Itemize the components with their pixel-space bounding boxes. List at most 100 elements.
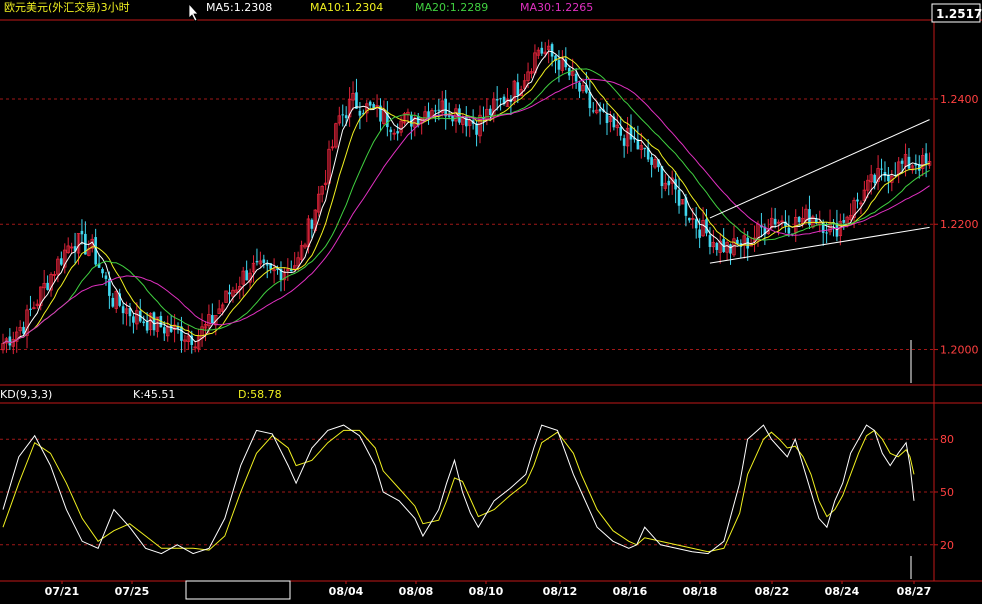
candle-body-down [355, 92, 358, 109]
price-axis: 1.2400 1.2200 1.2000 [910, 93, 979, 383]
candle-body-down [46, 282, 49, 290]
cursor-date-box [185, 580, 291, 600]
candle-body-down [842, 220, 846, 223]
candle-body-down [152, 312, 156, 331]
candle-body-down [499, 98, 502, 100]
candle-body-down [574, 73, 578, 82]
candle-body-down [255, 260, 259, 263]
candle-body-down [677, 189, 681, 206]
candle-body-down [341, 114, 345, 116]
candle-body-down [622, 138, 626, 146]
price-tick-label: 1.2200 [940, 218, 979, 231]
candle-body-down [688, 217, 691, 221]
candle-body-down [475, 123, 478, 135]
candle-body-down [698, 229, 701, 238]
candle-body-down [29, 308, 32, 310]
channel-upper-line [709, 119, 930, 219]
ma5-line [2, 50, 930, 344]
candle-body-down [694, 219, 698, 229]
candle-body-down [447, 115, 451, 117]
candle-body-down [705, 219, 708, 234]
candle-body-down [145, 321, 149, 331]
date-tick-label: 08/10 [469, 585, 504, 598]
candle-body-down [629, 126, 633, 140]
candle-body-down [489, 108, 492, 116]
candle-body-down [104, 275, 108, 279]
kd-tick-label: 80 [940, 433, 954, 446]
date-tick-label: 08/27 [897, 585, 932, 598]
candle-body-down [396, 131, 399, 134]
date-tick-label: 07/25 [115, 585, 150, 598]
candle-body-down [907, 156, 911, 169]
candle-body-down [60, 258, 63, 265]
candle-body-down [516, 82, 520, 96]
candle-body-down [787, 227, 791, 234]
ma10-label: MA10:1.2304 [310, 1, 383, 14]
ma10-line [2, 56, 930, 344]
kd-d-value: D:58.78 [238, 388, 282, 401]
price-tick-label: 1.2400 [940, 93, 979, 106]
kd-tick-label: 20 [940, 539, 954, 552]
candle-body-down [495, 99, 499, 101]
candle-body-down [437, 109, 441, 111]
candle-body-down [344, 115, 348, 119]
date-tick-label: 08/18 [683, 585, 718, 598]
candle-body-down [650, 157, 653, 165]
candle-body-down [729, 244, 732, 254]
candle-body-down [540, 47, 544, 54]
candle-body-down [228, 292, 231, 295]
moving-average-lines [2, 50, 930, 344]
candle-body-down [211, 315, 214, 324]
candle-body-down [358, 110, 362, 116]
mouse-cursor-icon [188, 2, 199, 22]
candle-body-down [372, 104, 375, 108]
ma5-label: MA5:1.2308 [206, 1, 272, 14]
candle-body-down [643, 147, 647, 150]
candle-body-down [598, 108, 602, 112]
date-tick-label: 08/16 [613, 585, 648, 598]
candle-body-down [550, 44, 554, 57]
chart-frame [0, 19, 982, 582]
candle-body-down [825, 232, 828, 234]
candle-body-down [924, 153, 928, 164]
candle-body-down [708, 235, 712, 247]
candle-body-down [900, 160, 904, 164]
date-tick-label: 07/21 [45, 585, 80, 598]
ma20-label: MA20:1.2289 [415, 1, 488, 14]
date-tick-label: 08/12 [543, 585, 578, 598]
candle-body-down [101, 269, 104, 274]
candle-body-down [434, 110, 437, 112]
date-tick-label: 08/08 [399, 585, 434, 598]
candle-body-down [605, 113, 609, 124]
last-price: 1.2517 [936, 7, 982, 21]
candle-body-down [464, 116, 468, 127]
kd-d-line [2, 429, 915, 553]
kd-lines [2, 424, 915, 555]
kd-k-line [2, 424, 915, 555]
price-tick-label: 1.2000 [940, 344, 979, 357]
date-tick-label: 08/22 [755, 585, 790, 598]
chart-title: 欧元美元(外汇交易)3小时 [4, 0, 130, 14]
date-tick-label: 08/04 [329, 585, 364, 598]
candle-body-down [773, 218, 777, 225]
candle-body-down [245, 270, 248, 281]
candle-body-down [8, 336, 12, 346]
candle-body-down [880, 168, 883, 170]
date-tick-label: 08/24 [825, 585, 860, 598]
candle-body-down [389, 129, 393, 133]
candle-body-down [169, 325, 173, 332]
candle-body-down [132, 316, 135, 323]
candle-body-down [142, 321, 146, 324]
date-axis: 07/2107/2507/26-20:0008/0408/0808/1008/1… [45, 581, 932, 598]
candle-body-down [262, 259, 266, 263]
candle-body-down [667, 180, 671, 186]
candle-body-down [856, 199, 859, 202]
candle-body-down [265, 264, 269, 266]
candle-body-down [162, 327, 166, 334]
stock-chart: 1.24001.22001.2000 805020 07/2107/2507/2… [0, 0, 982, 600]
candle-body-down [368, 101, 372, 106]
candle-body-down [80, 230, 84, 235]
kd-label: KD(9,3,3) [0, 388, 52, 401]
ma30-label: MA30:1.2265 [520, 1, 593, 14]
candle-body-down [310, 219, 314, 229]
